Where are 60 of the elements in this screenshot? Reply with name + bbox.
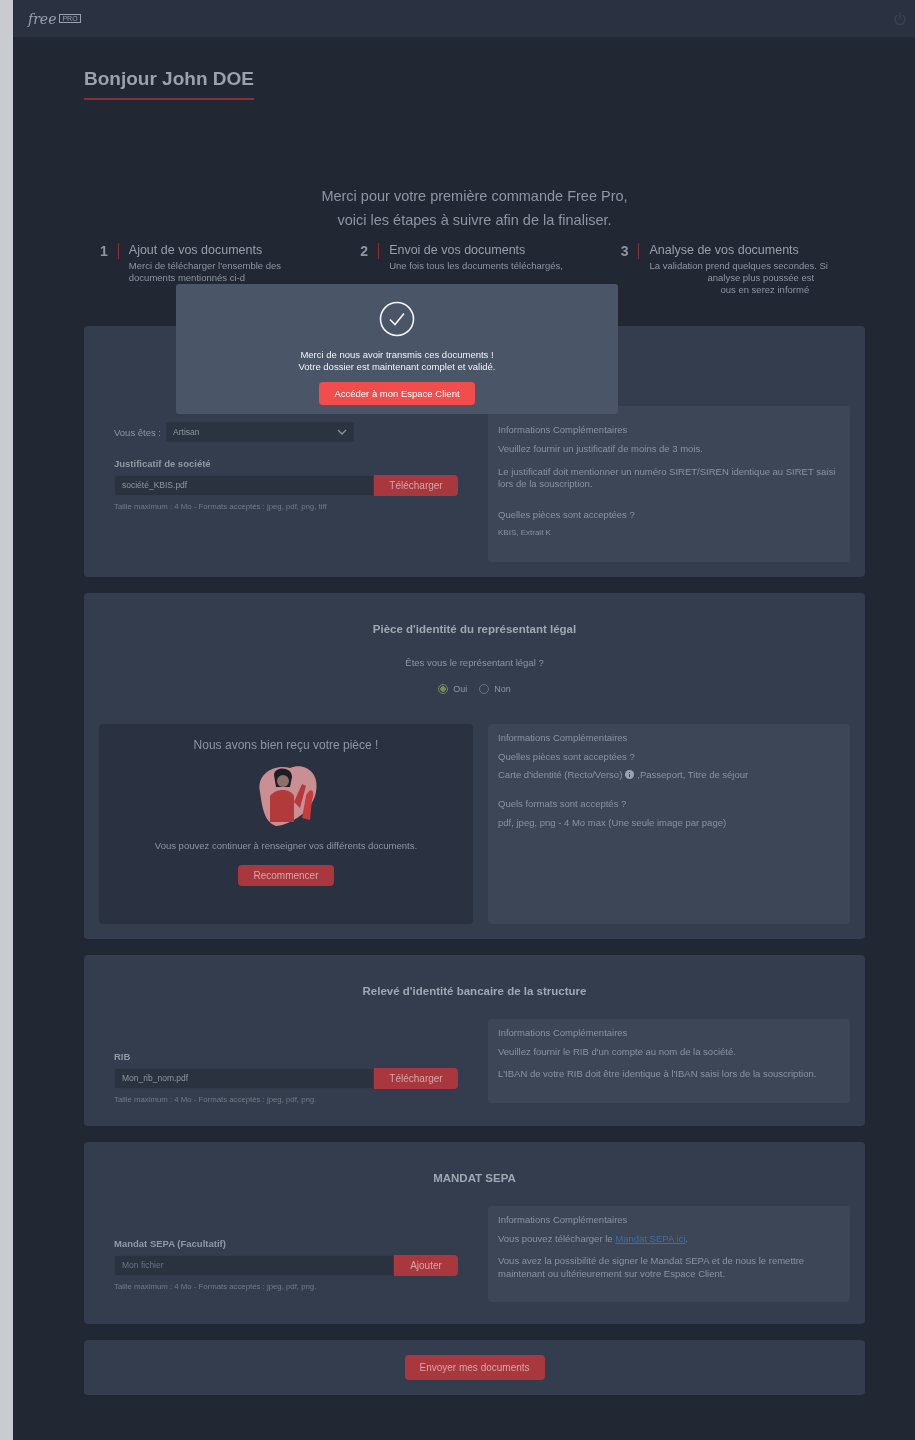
- chevron-icon: [337, 429, 347, 435]
- received-text: Vous pouvez continuer à renseigner vos différents documents.: [154, 839, 418, 851]
- info-title: Informations Complémentaires: [498, 731, 629, 743]
- info-title: Informations Complémentaires: [498, 1213, 629, 1225]
- info-text: Carte d'identité (Recto/Verso): [498, 769, 623, 780]
- info-text: Vous avez la possibilité de signer le Mandat SEPA et de nous le remettre maintenant ou ultérieurement sur votre Espace Client.: [498, 1255, 806, 1280]
- intro-text: Merci pour votre première commande Free Pro,: [320, 187, 629, 206]
- client-area-button[interactable]: Accéder à mon Espace Client: [319, 382, 475, 405]
- info-text: Vous pouvez télécharger le Mandat SEPA ici.: [498, 1232, 689, 1245]
- check-icon: [379, 301, 415, 337]
- info-text: ,Passeport, Titre de séjour: [637, 769, 749, 780]
- step-title: Envoi de vos documents: [389, 243, 527, 257]
- step-number: 2: [344, 243, 380, 259]
- info-title: Informations Complémentaires: [498, 1026, 629, 1038]
- file-field[interactable]: Mon fichier: [114, 1254, 394, 1276]
- info-icon[interactable]: [625, 770, 635, 779]
- step-description: La validation prend quelques secondes. Si: [649, 260, 828, 272]
- received-title: Nous avons bien reçu votre pièce !: [193, 737, 379, 752]
- info-question: Quelles pièces sont acceptées ?: [498, 508, 636, 521]
- restart-button[interactable]: Recommencer: [238, 864, 334, 886]
- step-title: Analyse de vos documents: [649, 243, 800, 257]
- step-number: 1: [84, 243, 119, 259]
- step-description: Une fois tous les documents téléchargés,: [389, 260, 563, 272]
- company-type-select[interactable]: Artisan: [166, 422, 354, 442]
- info-question: Quels formats sont acceptés ?: [498, 798, 628, 811]
- step-number: 3: [604, 243, 640, 259]
- logo: free: [28, 10, 57, 27]
- info-text: L'IBAN de votre RIB doit être identique à l'IBAN saisi lors de la souscription.: [498, 1068, 818, 1081]
- section-title: Relevé d'identité bancaire de la structure: [361, 983, 588, 997]
- step-description: analyse plus poussée est: [707, 272, 816, 284]
- file-field[interactable]: Mon_rib_nom.pdf: [114, 1067, 374, 1089]
- step-title: Ajout de vos documents: [128, 243, 264, 257]
- field-label: Justificatif de société: [114, 458, 212, 469]
- info-text: Le justificatif doit mentionner un numéro SIRET/SIREN identique au SIRET saisi lors de la souscription.: [498, 465, 837, 491]
- greeting-title: Bonjour John DOE: [84, 68, 254, 100]
- upload-button[interactable]: Télécharger: [374, 475, 458, 496]
- section-title: Pièce d'identité du représentant légal: [371, 621, 578, 635]
- upload-button[interactable]: Télécharger: [374, 1067, 458, 1089]
- dialog-message: Votre dossier est maintenant complet et validé.: [298, 361, 496, 373]
- select-label: Vous êtes :: [114, 426, 161, 438]
- info-question: Quelles pièces sont acceptées ?: [498, 750, 636, 763]
- radio-option[interactable]: Oui: [438, 683, 468, 694]
- info-text: KBIS, Extrait K: [498, 527, 552, 539]
- question-text: Êtes vous le représentant légal ?: [404, 656, 545, 668]
- intro-text: voici les étapes à suivre afin de la finaliser.: [336, 211, 613, 230]
- dialog-message: Merci de nous avoir transmis ces documents !: [299, 349, 495, 361]
- step-description: ous en serez informé: [720, 284, 811, 296]
- field-label: RIB: [114, 1050, 132, 1062]
- file-field[interactable]: société_KBIS.pdf: [114, 475, 374, 496]
- send-documents-button[interactable]: Envoyer mes documents: [404, 1355, 545, 1380]
- step-description: documents mentionnés ci-d: [128, 272, 246, 284]
- info-title: Informations Complémentaires: [498, 424, 629, 435]
- radio-option[interactable]: Non: [479, 683, 511, 694]
- info-text: pdf, jpeg, png - 4 Mo max (Une seule image par page): [498, 816, 728, 829]
- info-text: Veuillez fournir un justificatif de moins de 3 mois.: [498, 443, 704, 456]
- info-text: Veuillez fournir le RIB d'un compte au nom de la société.: [498, 1045, 737, 1058]
- field-label: Mandat SEPA (Facultatif): [114, 1237, 227, 1249]
- section-title: MANDAT SEPA: [432, 1170, 517, 1184]
- add-button[interactable]: Ajouter: [394, 1254, 458, 1276]
- step-description: Merci de télécharger l'ensemble des: [128, 260, 282, 272]
